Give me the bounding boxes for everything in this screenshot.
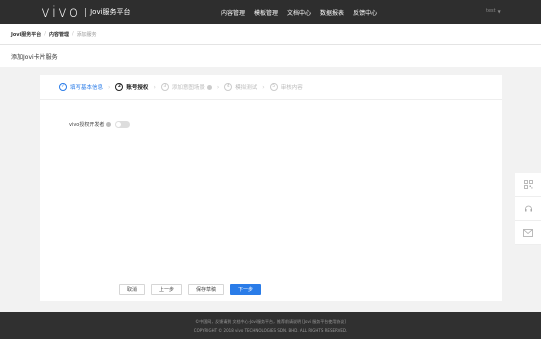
floating-toolbar: [515, 173, 541, 245]
logo-word: vivo: [41, 3, 81, 21]
chevron-right-icon: ›: [108, 83, 111, 91]
step-label: 填写基本信息: [70, 85, 104, 91]
user-name: test: [486, 8, 496, 14]
main-nav: 内容管理 模板管理 文档中心 数据报表 反馈中心: [221, 0, 386, 24]
step-intent-scene: 3 添加意图场景: [160, 83, 212, 91]
step-number: 5: [269, 83, 278, 91]
logo-divider: [85, 7, 87, 17]
step-label: 账号授权: [126, 85, 149, 91]
authorized-developer-toggle[interactable]: [115, 121, 131, 128]
chevron-right-icon: ›: [153, 83, 156, 91]
customer-service-button[interactable]: [515, 197, 541, 221]
message-button[interactable]: [515, 221, 541, 245]
logo[interactable]: vivo Jovi服务平台: [41, 3, 131, 21]
chevron-down-icon: ▼: [497, 8, 501, 14]
step-basic-info[interactable]: ✓ 填写基本信息: [59, 83, 103, 91]
chevron-right-icon: ›: [216, 83, 220, 91]
title-bar: 添加Jovi卡片服务: [0, 45, 541, 67]
previous-step-button[interactable]: 上一步: [151, 284, 183, 295]
step-simulation-test: 4 模拟测试: [224, 83, 257, 91]
logo-subtitle: Jovi服务平台: [90, 8, 131, 16]
nav-content-management[interactable]: 内容管理: [221, 8, 245, 17]
mail-icon: [523, 228, 533, 237]
step-account-auth[interactable]: 2 账号授权: [115, 83, 148, 91]
page-title: 添加Jovi卡片服务: [11, 53, 58, 61]
nav-data-reports[interactable]: 数据报表: [320, 8, 344, 17]
save-draft-button[interactable]: 保存草稿: [188, 284, 225, 295]
headset-icon: [524, 205, 532, 212]
step-number: 3: [160, 83, 169, 91]
cancel-button[interactable]: 取消: [119, 284, 146, 295]
chevron-right-icon: ›: [262, 83, 265, 91]
help-icon: [206, 84, 212, 90]
breadcrumb: Jovi服务平台 / 内容管理 / 添加服务: [0, 24, 541, 45]
qr-code-button[interactable]: [515, 173, 541, 197]
step-label: 审核内容: [280, 85, 303, 91]
breadcrumb-separator: /: [71, 31, 74, 37]
step-review-content: 5 审核内容: [269, 83, 303, 91]
user-menu[interactable]: test ▼: [486, 8, 501, 14]
breadcrumb-item-platform[interactable]: Jovi服务平台: [11, 31, 41, 38]
step-number: 4: [224, 83, 233, 91]
nav-docs-center[interactable]: 文档中心: [287, 8, 311, 17]
help-icon[interactable]: [106, 122, 112, 127]
nav-feedback-center[interactable]: 反馈中心: [353, 8, 377, 17]
form-actions: 取消 上一步 保存草稿 下一步: [119, 284, 267, 295]
form-card: ✓ 填写基本信息 › 2 账号授权 › 3 添加意图场景 › 4 模拟测试 › …: [40, 75, 502, 301]
field-label: vivo授权开发者: [69, 122, 105, 128]
toggle-knob: [116, 122, 122, 127]
qr-code-icon: [523, 180, 533, 189]
step-label: 模拟测试: [235, 85, 258, 91]
step-label: 添加意图场景: [171, 85, 205, 91]
breadcrumb-item-content[interactable]: 内容管理: [49, 31, 69, 38]
step-number: 2: [115, 83, 124, 91]
authorized-developer-field: vivo授权开发者: [69, 121, 131, 128]
footer: ©中国网，反馈请到 文档中心-Jovi服务平台，推荐前请说明 [Jovi 服务平…: [0, 312, 541, 339]
top-bar: vivo Jovi服务平台 内容管理 模板管理 文档中心 数据报表 反馈中心 t…: [0, 0, 541, 24]
footer-notice: ©中国网，反馈请到 文档中心-Jovi服务平台，推荐前请说明 [Jovi 服务平…: [195, 319, 346, 324]
breadcrumb-item-current: 添加服务: [76, 31, 97, 38]
step-indicator: ✓ 填写基本信息 › 2 账号授权 › 3 添加意图场景 › 4 模拟测试 › …: [40, 75, 502, 100]
check-icon: ✓: [59, 83, 67, 91]
footer-copyright: COPYRIGHT © 2018 vivo TECHNOLOGIES SDN. …: [193, 328, 348, 333]
next-step-button[interactable]: 下一步: [230, 284, 262, 295]
nav-template-management[interactable]: 模板管理: [254, 8, 278, 17]
breadcrumb-separator: /: [44, 31, 46, 37]
